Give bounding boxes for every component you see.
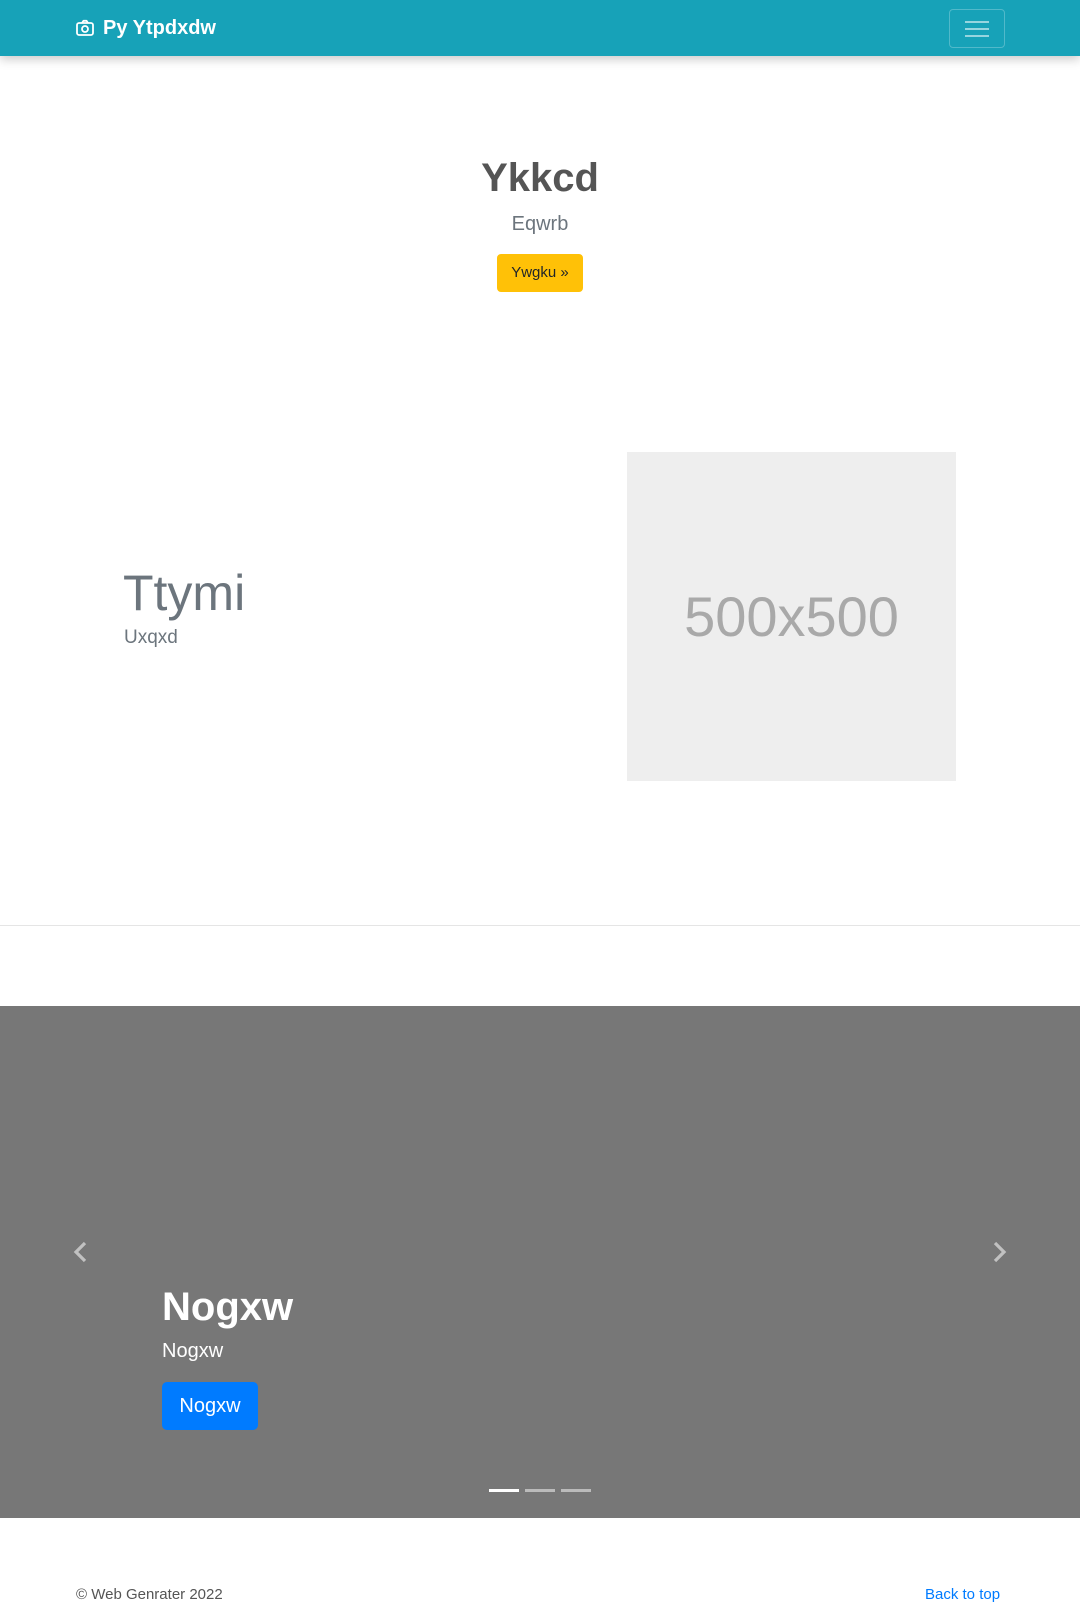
slide-subtitle: Nogxw [162,1340,224,1362]
carousel-next-button[interactable] [984,1234,1014,1274]
back-to-top-link[interactable]: Back to top [925,1586,1000,1604]
carousel-prev-button[interactable] [66,1234,96,1274]
hero-title: Ykkcd [481,156,599,200]
carousel-indicators [489,1489,597,1492]
carousel: Nogxw Nogxw Nogxw [0,1006,1080,1518]
hero-cta-button[interactable]: Ywgku » [497,254,583,292]
brand-text: Py Ytpdxdw [103,16,216,39]
carousel-indicator-3[interactable] [561,1489,591,1492]
navbar-toggler-button[interactable] [949,9,1005,48]
carousel-indicator-1[interactable] [489,1489,519,1492]
chevron-left-icon [72,1241,90,1268]
placeholder-label: 500x500 [684,585,899,648]
feature-subtitle: Uxqxd [124,627,178,648]
slide-cta-button[interactable]: Nogxw [162,1382,258,1430]
footer-copyright: © Web Genrater 2022 [76,1586,223,1603]
carousel-indicator-2[interactable] [525,1489,555,1492]
navbar: Py Ytpdxdw [0,0,1080,56]
hero-subtitle: Eqwrb [511,213,569,235]
hamburger-menu-icon [963,18,991,40]
section-divider [0,925,1080,926]
brand-link[interactable]: Py Ytpdxdw [75,16,216,40]
camera-icon [75,18,95,38]
slide-title: Nogxw [162,1285,294,1329]
feature-image-placeholder: 500x500 [627,452,956,781]
chevron-right-icon [990,1241,1008,1268]
feature-title: Ttymi [123,565,246,621]
